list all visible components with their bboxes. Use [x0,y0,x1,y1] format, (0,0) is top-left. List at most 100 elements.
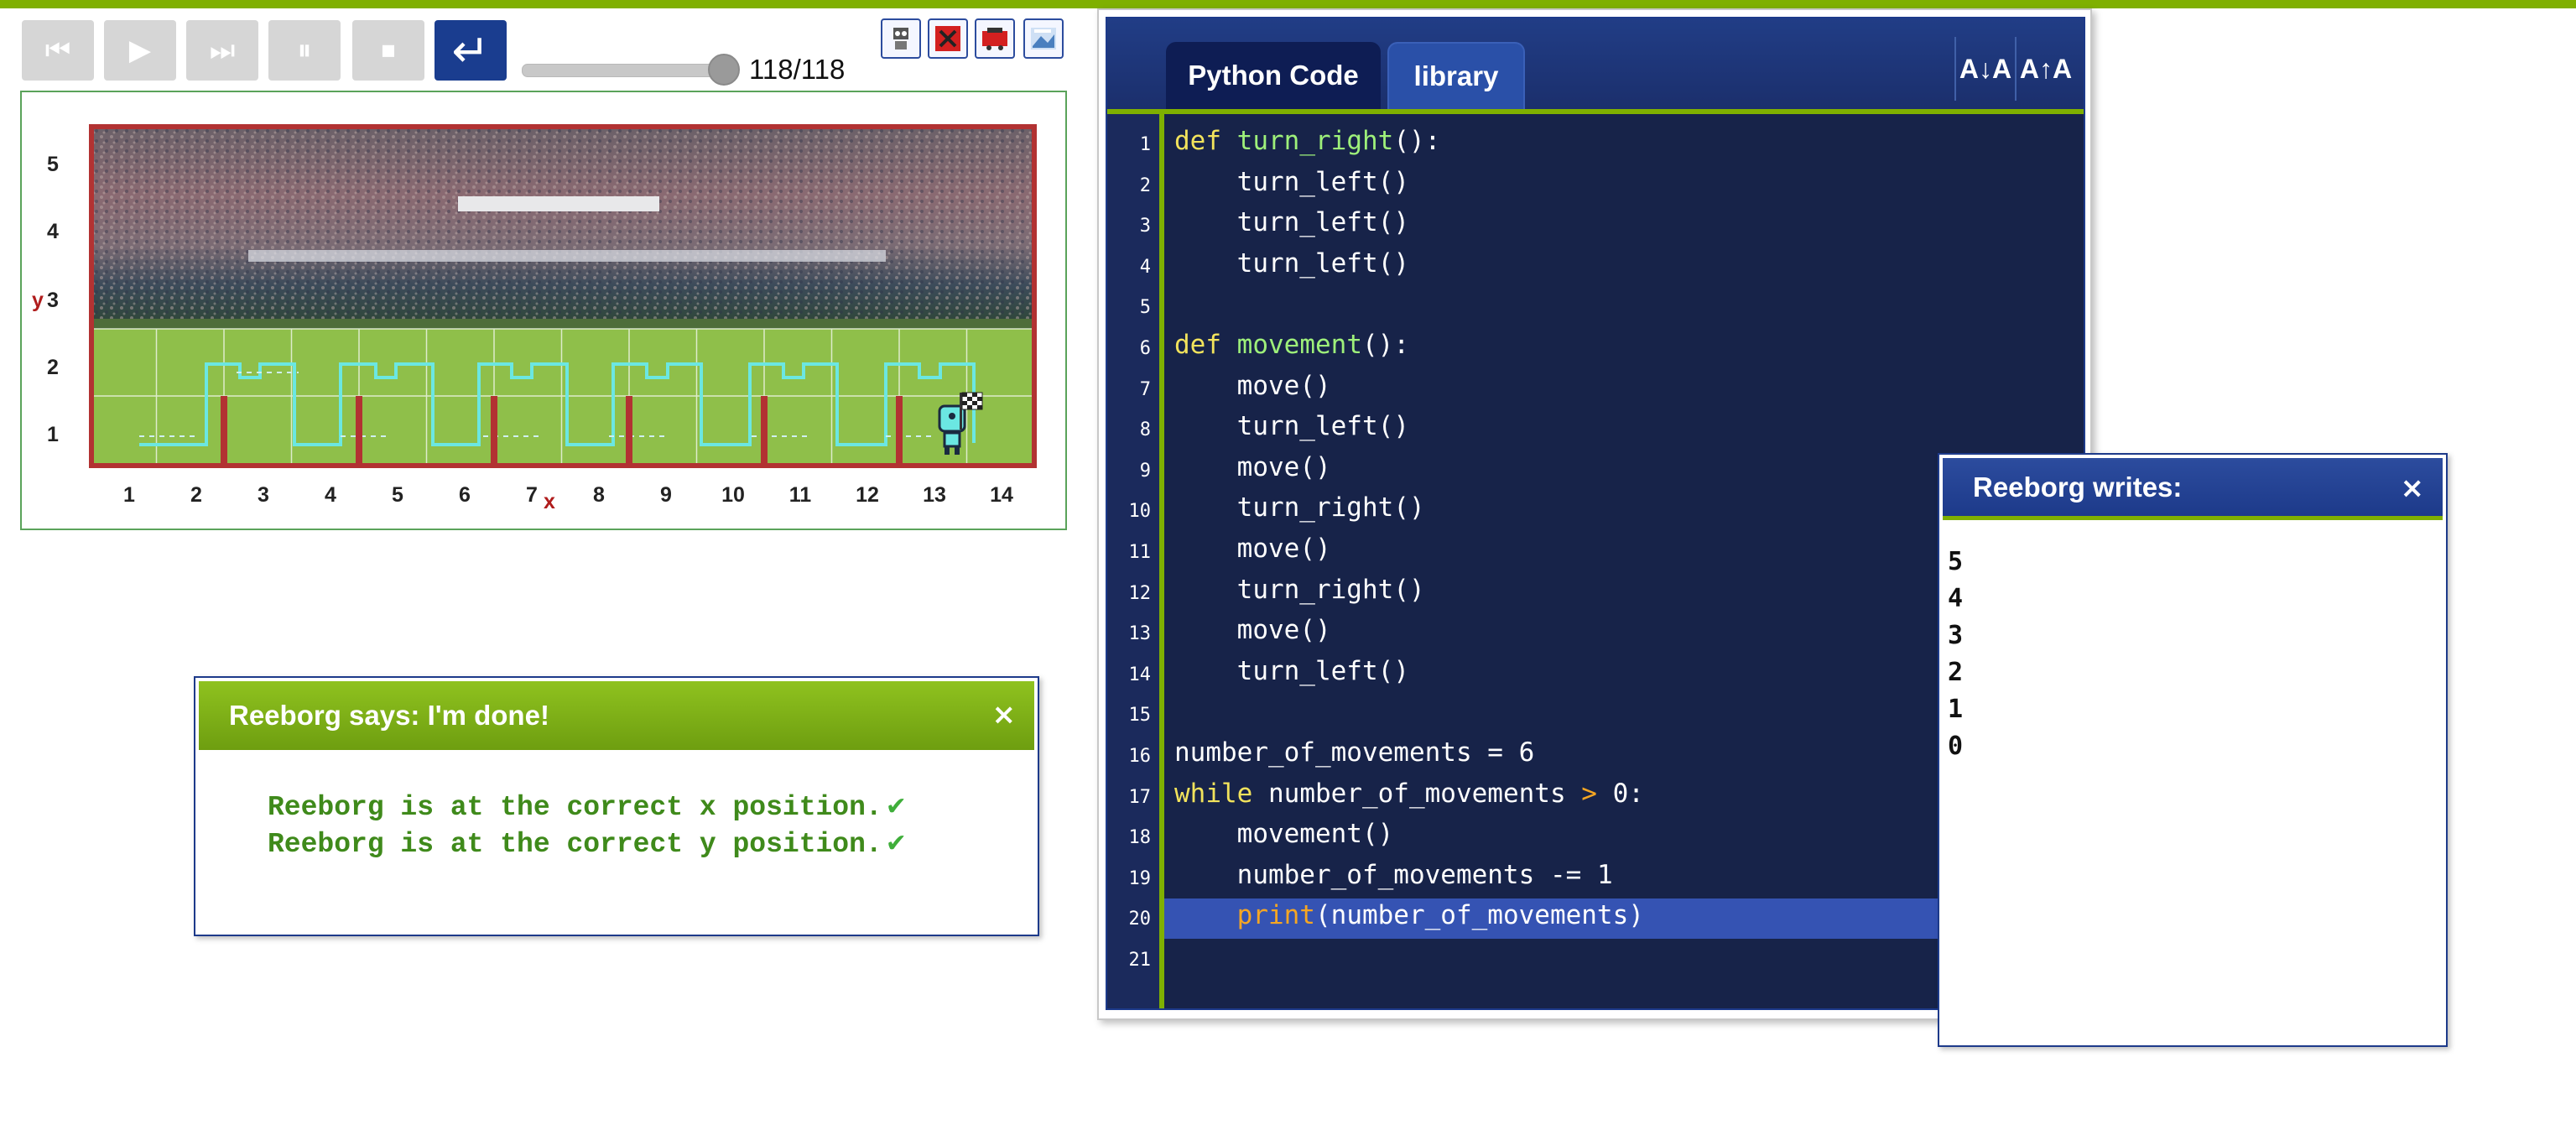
line-number: 3 [1139,216,1151,237]
y-axis-label: 2 [47,356,59,379]
x-axis-label: 10 [721,483,745,507]
output-line: 0 [1948,732,1964,761]
run-button[interactable]: ▶ [104,20,176,81]
line-number: 19 [1128,867,1152,889]
editor-tab-bar: Python Code library A↓A A↑A [1107,18,2084,114]
code-line[interactable]: move() [1174,615,1331,645]
checkmark-icon: ✔ [885,829,907,858]
pause-icon: ⏸ [297,34,312,67]
x-axis-label: 11 [788,483,812,507]
y-axis-label: 5 [47,153,59,176]
x-axis-label: 7 [526,483,538,507]
done-message-y: Reeborg is at the correct y position. ✔ [268,829,907,860]
output-line: 3 [1948,621,1964,650]
done-dialog-title: Reeborg says: I'm done! [229,700,549,731]
code-line[interactable]: print(number_of_movements) [1174,900,1644,930]
wall-segment [626,396,632,466]
code-line[interactable]: turn_right() [1174,575,1425,605]
done-dialog-header: Reeborg says: I'm done! × [199,681,1034,750]
y-axis-label: 3 [47,289,59,312]
tab-python-code[interactable]: Python Code [1166,42,1381,109]
line-number: 21 [1128,950,1152,971]
close-icon[interactable]: × [992,698,1017,732]
code-line[interactable]: movement() [1174,819,1394,849]
line-number: 10 [1128,501,1152,523]
skip-forward-icon: ⏭ [209,34,236,67]
code-line[interactable]: def movement(): [1174,330,1409,360]
x-axis-label: 13 [923,483,946,507]
output-dialog-header: Reeborg writes: × [1943,458,2443,520]
done-message-text: Reeborg is at the correct y position. [268,829,882,860]
done-message-x: Reeborg is at the correct x position. ✔ [268,792,907,823]
code-line[interactable]: def turn_right(): [1174,126,1440,156]
code-line[interactable]: turn_right() [1174,492,1425,523]
tab-library[interactable]: library [1387,42,1525,109]
font-decrease-icon[interactable]: A↓A [1954,37,2015,101]
code-line[interactable]: number_of_movements -= 1 [1174,860,1613,890]
code-line[interactable]: move() [1174,452,1331,482]
robot-view-icon[interactable] [881,18,921,59]
output-line: 5 [1948,547,1964,576]
stop-icon: ⏹ [381,34,396,67]
robot-alt-icon[interactable] [975,18,1015,59]
done-dialog: Reeborg says: I'm done! × Reeborg is at … [194,676,1039,936]
line-number: 4 [1139,256,1151,278]
world-edit-icon[interactable] [928,18,968,59]
line-number: 16 [1128,746,1152,767]
pause-button[interactable]: ⏸ [268,20,341,81]
code-line[interactable]: move() [1174,534,1331,564]
banner-strip [458,196,659,211]
return-icon: ↵ [451,23,490,77]
checkmark-icon: ✔ [885,792,907,821]
line-number: 9 [1139,460,1151,482]
x-axis-label: 6 [459,483,471,507]
wall-segment [491,396,497,466]
code-line[interactable]: while number_of_movements > 0: [1174,779,1644,809]
code-line[interactable]: number_of_movements = 6 [1174,737,1534,768]
x-axis-label: 2 [190,483,202,507]
x-axis-label: 5 [392,483,403,507]
y-axis-label: 1 [47,423,59,446]
x-axis-label: 12 [856,483,879,507]
line-number: 7 [1139,378,1151,400]
code-line[interactable]: turn_left() [1174,167,1409,197]
line-number: 17 [1128,786,1152,808]
stop-button[interactable]: ⏹ [352,20,424,81]
wall-segment [896,396,903,466]
font-increase-icon[interactable]: A↑A [2015,37,2075,101]
code-line[interactable]: turn_left() [1174,656,1409,686]
output-line: 2 [1948,658,1964,687]
close-icon[interactable]: × [2401,471,2425,505]
step-slider[interactable] [522,64,728,77]
line-number: 5 [1139,297,1151,319]
line-number: 20 [1128,909,1152,930]
x-axis-label: 14 [990,483,1013,507]
code-line[interactable]: turn_left() [1174,411,1409,441]
line-number: 2 [1139,174,1151,196]
output-line: 1 [1948,695,1964,724]
line-number: 8 [1139,419,1151,441]
line-number: 18 [1128,827,1152,849]
x-axis-label: 8 [593,483,605,507]
y-axis-label: 4 [47,220,59,243]
output-dialog-title: Reeborg writes: [1973,471,2183,503]
code-line[interactable]: turn_left() [1174,207,1409,237]
world-image-icon[interactable] [1023,18,1064,59]
x-axis-label: 3 [258,483,269,507]
line-number: 14 [1128,664,1152,685]
step-button[interactable]: ⏭ [186,20,258,81]
line-number: 15 [1128,705,1152,727]
step-slider-thumb[interactable] [708,54,740,86]
line-number: 13 [1128,623,1152,645]
play-icon: ▶ [128,34,152,67]
line-number: 11 [1128,542,1152,563]
top-accent-bar [0,0,2576,8]
grass-field [89,326,1037,468]
code-line[interactable]: turn_left() [1174,248,1409,279]
output-line: 4 [1948,584,1964,613]
step-counter: 118/118 [749,54,846,85]
world-grid [89,124,1037,468]
reverse-step-button[interactable]: ⏮ [22,20,94,81]
code-line[interactable]: move() [1174,371,1331,401]
reload-button[interactable]: ↵ [435,20,507,81]
